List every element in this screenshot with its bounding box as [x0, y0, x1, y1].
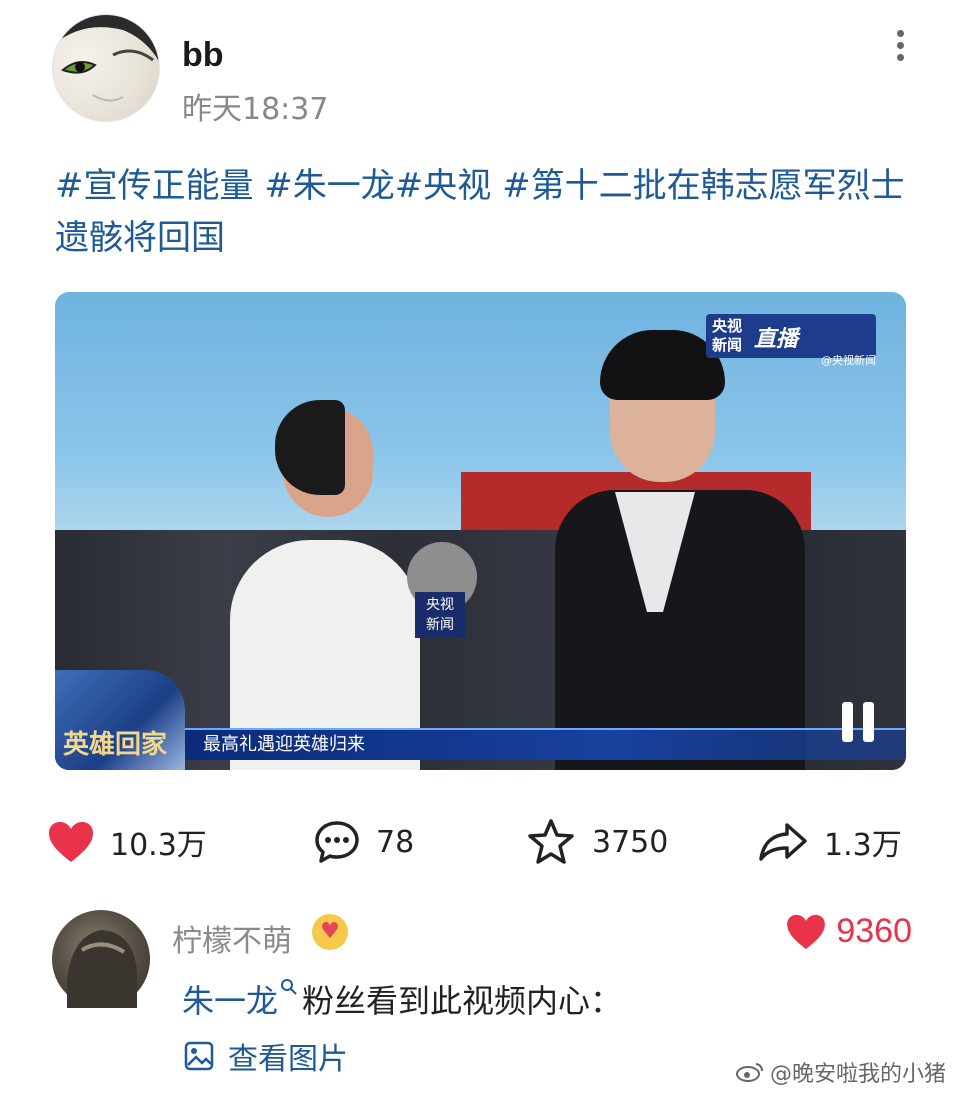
share-icon: [759, 823, 807, 861]
comment-like-count: 9360: [836, 912, 912, 950]
share-count: 1.3万: [824, 828, 902, 863]
favorite-count: 3750: [592, 824, 669, 860]
heart-icon: [49, 822, 93, 862]
post-header: bb 昨天18:37: [52, 14, 912, 127]
like-button[interactable]: 10.3万: [48, 812, 207, 872]
like-count: 10.3万: [110, 828, 207, 863]
search-icon[interactable]: [280, 978, 298, 996]
comment-button[interactable]: 78: [314, 812, 414, 872]
star-icon: [528, 819, 574, 864]
video-mic-flag: 央视 新闻: [415, 592, 465, 638]
share-button[interactable]: 1.3万: [758, 812, 902, 872]
weibo-logo-icon: [735, 1063, 763, 1082]
more-options-icon[interactable]: [888, 24, 912, 68]
watermark-text: @晚安啦我的小猪: [769, 1062, 946, 1087]
view-image-label: 查看图片: [228, 1042, 348, 1077]
post-timestamp: 昨天18:37: [182, 92, 329, 127]
heart-icon: [787, 914, 826, 949]
post-text[interactable]: #宣传正能量 #朱一龙#央视 #第十二批在韩志愿军烈士遗骸将回国: [55, 160, 905, 264]
channel-logo-text: 央视 新闻: [712, 317, 742, 355]
top-comment: 柠檬不萌 ♥ 9360 朱一龙 粉丝看到此视频内心： 查看图片: [52, 910, 912, 1080]
mic-flag-line2: 新闻: [426, 617, 454, 633]
watermark: @晚安啦我的小猪: [735, 1056, 946, 1088]
action-bar: 10.3万 78 3750 1.3万: [48, 812, 908, 872]
comment-count: 78: [376, 824, 415, 860]
channel-logo-line2: 新闻: [712, 336, 743, 354]
channel-logo-line1: 央视: [712, 317, 743, 335]
video-caption: 最高礼遇迎英雄归来: [203, 734, 365, 755]
channel-handle: @央视新闻: [821, 354, 876, 367]
image-icon: [184, 1041, 214, 1071]
pause-icon[interactable]: [840, 702, 876, 742]
comment-body: 朱一龙 粉丝看到此视频内心：: [182, 976, 622, 1022]
comment-like-button[interactable]: 9360: [786, 912, 912, 951]
commenter-name[interactable]: 柠檬不萌: [172, 916, 292, 960]
view-image-link[interactable]: 查看图片: [184, 1034, 348, 1078]
author-avatar[interactable]: [52, 14, 160, 122]
mention-link[interactable]: 朱一龙: [182, 982, 278, 1020]
commenter-avatar[interactable]: [52, 910, 150, 1008]
program-emblem-text: 英雄回家: [63, 730, 168, 760]
comment-text: 粉丝看到此视频内心：: [302, 982, 623, 1020]
comment-icon: [315, 821, 359, 863]
author-name[interactable]: bb: [182, 36, 224, 75]
heart-eyes-emoji-icon: ♥: [312, 914, 348, 950]
channel-logo-brand: 直播: [754, 327, 799, 352]
mic-flag-line1: 央视: [426, 597, 454, 613]
favorite-button[interactable]: 3750: [526, 812, 668, 872]
video-player[interactable]: 央视 新闻 央视 新闻 直播 @央视新闻 最高礼遇迎英雄归来 英雄回家: [55, 292, 906, 770]
